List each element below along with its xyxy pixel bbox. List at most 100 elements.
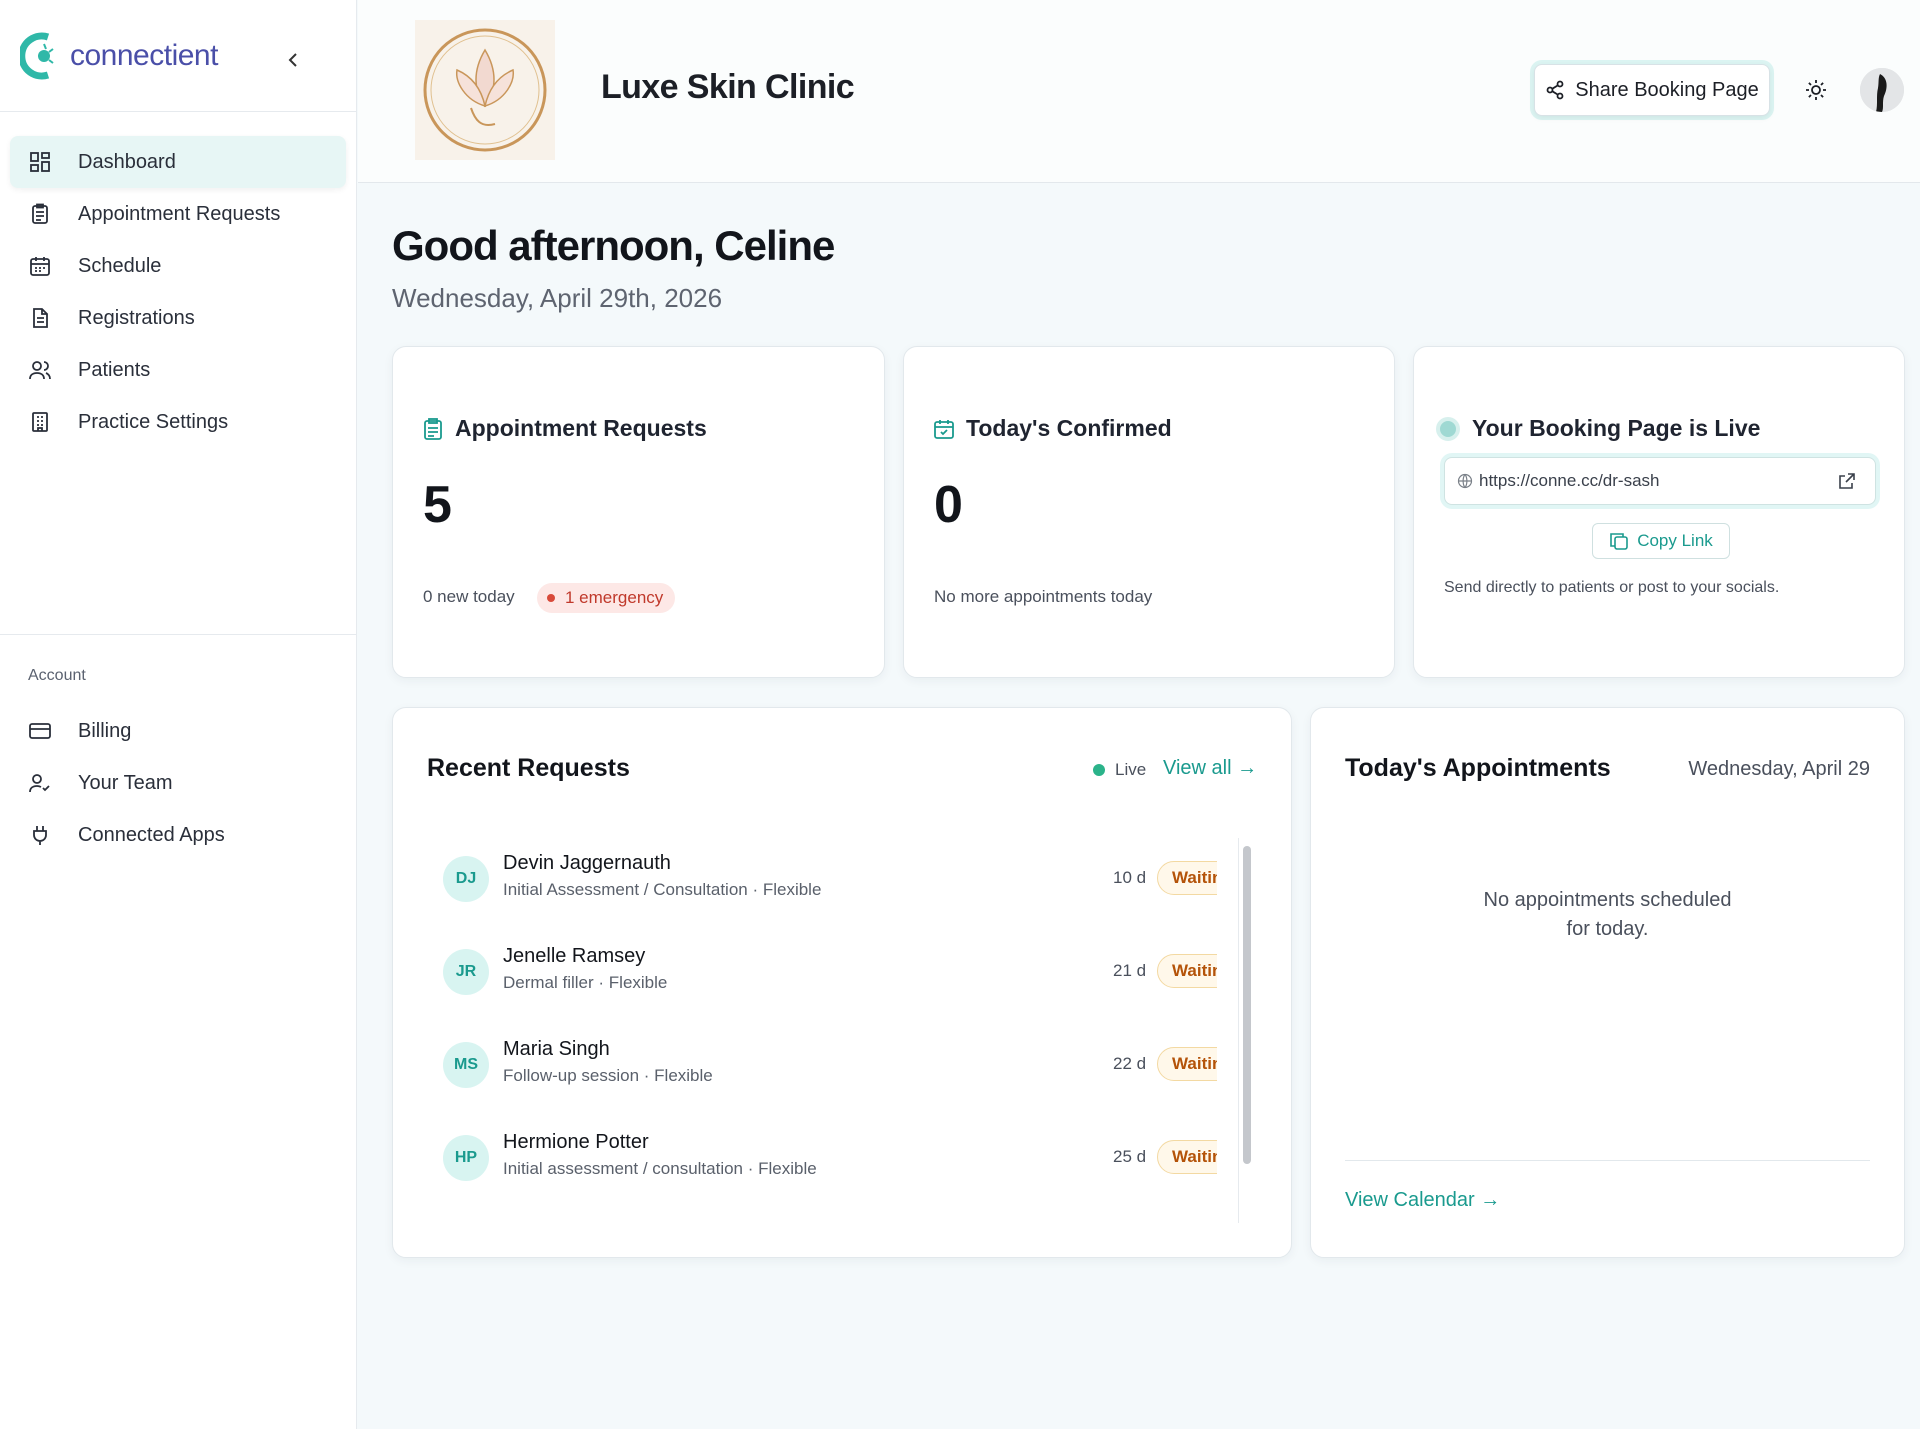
share-icon xyxy=(1546,80,1564,100)
sidebar-item-label: Connected Apps xyxy=(78,823,225,846)
requests-count: 5 xyxy=(423,476,452,534)
sidebar-item-billing[interactable]: Billing xyxy=(10,705,347,757)
appointments-date: Wednesday, April 29 xyxy=(1688,758,1870,780)
chevron-left-icon[interactable] xyxy=(284,50,304,70)
dashboard-grid-icon xyxy=(28,150,52,174)
booking-url-field[interactable]: https://conne.cc/dr-sash xyxy=(1444,457,1876,505)
calendar-icon xyxy=(28,254,52,278)
sidebar-item-label: Appointment Requests xyxy=(78,202,281,225)
copy-link-label: Copy Link xyxy=(1637,531,1713,550)
status-badge: Waiting xyxy=(1157,861,1217,895)
current-date: Wednesday, April 29th, 2026 xyxy=(392,283,723,313)
empty-appointments-message: No appointments scheduled for today. xyxy=(1483,889,1732,940)
sidebar-item-patients[interactable]: Patients xyxy=(10,344,346,396)
view-calendar-link[interactable]: View Calendar → xyxy=(1345,1189,1500,1212)
patient-name: Jenelle Ramsey xyxy=(503,945,646,967)
request-detail: Initial Assessment / Consultation · Flex… xyxy=(503,880,822,899)
booking-page-live-card: Your Booking Page is Live https://conne.… xyxy=(1413,346,1905,678)
copy-link-button[interactable]: Copy Link xyxy=(1592,523,1730,559)
request-detail: Follow-up session · Flexible xyxy=(503,1066,713,1085)
request-list-scrollbar[interactable] xyxy=(1238,838,1254,1223)
greeting-heading: Good afternoon, Celine xyxy=(392,222,835,269)
request-detail: Initial assessment / consultation · Flex… xyxy=(503,1159,817,1178)
request-list: DJ Devin Jaggernauth Initial Assessment … xyxy=(427,838,1217,1198)
emergency-badge-label: 1 emergency xyxy=(565,588,664,607)
sidebar-item-practice-settings[interactable]: Practice Settings xyxy=(10,396,346,448)
request-detail: Dermal filler · Flexible xyxy=(503,973,668,992)
main-nav: Dashboard Appointment Requests Schedule … xyxy=(0,112,356,448)
live-label: Live xyxy=(1115,760,1147,779)
todays-confirmed-card[interactable]: Today's Confirmed 0 No more appointments… xyxy=(903,346,1395,678)
sidebar-item-registrations[interactable]: Registrations xyxy=(10,292,346,344)
request-row[interactable]: MS Maria Singh Follow-up session · Flexi… xyxy=(427,1024,1217,1117)
connectient-logo-icon xyxy=(20,32,54,79)
status-badge: Waiting xyxy=(1157,1047,1217,1081)
clinic-logo xyxy=(415,20,555,160)
patient-name: Hermione Potter xyxy=(503,1131,649,1153)
patient-initials-avatar: MS xyxy=(443,1042,489,1088)
live-dot-icon xyxy=(1093,764,1105,776)
emergency-dot-icon xyxy=(547,594,555,602)
external-link-icon[interactable] xyxy=(1837,471,1857,491)
sidebar: connectient Dashboard Appointment Reques… xyxy=(0,0,357,1429)
request-row[interactable]: DJ Devin Jaggernauth Initial Assessment … xyxy=(427,838,1217,931)
live-status-icon xyxy=(1436,416,1460,441)
sidebar-item-label: Registrations xyxy=(78,306,195,329)
clipboard-icon xyxy=(424,417,442,440)
no-more-appointments-text: No more appointments today xyxy=(934,587,1153,606)
sidebar-item-appointment-requests[interactable]: Appointment Requests xyxy=(10,188,346,240)
sidebar-item-label: Practice Settings xyxy=(78,410,229,433)
card-title: Today's Confirmed xyxy=(934,415,1172,442)
card-title-text: Your Booking Page is Live xyxy=(1472,415,1761,441)
booking-url-text: https://conne.cc/dr-sash xyxy=(1479,471,1660,490)
clipboard-icon xyxy=(28,202,52,226)
sidebar-item-connected-apps[interactable]: Connected Apps xyxy=(10,809,347,861)
appointment-requests-card[interactable]: Appointment Requests 5 0 new today 1 eme… xyxy=(392,346,885,678)
todays-appointments-card: Today's Appointments Wednesday, April 29… xyxy=(1310,707,1905,1258)
account-nav: Billing Your Team Connected Apps xyxy=(10,705,347,861)
todays-appointments-title: Today's Appointments xyxy=(1345,754,1611,782)
patient-initials-avatar: JR xyxy=(443,949,489,995)
globe-icon xyxy=(1457,473,1473,489)
brand: connectient xyxy=(0,0,356,112)
sidebar-item-your-team[interactable]: Your Team xyxy=(10,757,347,809)
recent-requests-card: Recent Requests Live View all → DJ Devin… xyxy=(392,707,1292,1258)
account-section-label: Account xyxy=(28,667,86,684)
sidebar-item-dashboard[interactable]: Dashboard xyxy=(10,136,346,188)
sidebar-item-label: Your Team xyxy=(78,771,173,794)
status-badge: Waiting xyxy=(1157,1140,1217,1174)
divider xyxy=(1345,1160,1870,1161)
calendar-check-icon xyxy=(934,419,954,439)
card-title-text: Appointment Requests xyxy=(455,415,707,441)
building-icon xyxy=(28,410,52,434)
user-check-icon xyxy=(28,771,52,795)
card-title: Appointment Requests xyxy=(423,415,707,442)
new-today-text: 0 new today xyxy=(423,587,515,606)
request-row[interactable]: JR Jenelle Ramsey Dermal filler · Flexib… xyxy=(427,931,1217,1024)
plug-icon xyxy=(28,823,52,847)
share-booking-page-button[interactable]: Share Booking Page xyxy=(1534,64,1770,116)
scrollbar-thumb[interactable] xyxy=(1243,846,1251,1164)
confirmed-count: 0 xyxy=(934,476,963,534)
lotus-logo-icon xyxy=(423,28,547,152)
user-avatar-icon xyxy=(1860,68,1904,112)
recent-requests-title: Recent Requests xyxy=(427,754,630,782)
copy-icon xyxy=(1610,533,1628,550)
sidebar-item-schedule[interactable]: Schedule xyxy=(10,240,346,292)
patient-name: Devin Jaggernauth xyxy=(503,852,671,874)
user-avatar[interactable] xyxy=(1860,68,1904,112)
card-title-text: Today's Confirmed xyxy=(966,415,1172,441)
request-row[interactable]: HP Hermione Potter Initial assessment / … xyxy=(427,1117,1217,1198)
request-age: 10 d xyxy=(1113,868,1147,887)
sun-icon[interactable] xyxy=(1804,78,1828,102)
top-header: Luxe Skin Clinic Share Booking Page xyxy=(358,0,1920,183)
booking-page-hint: Send directly to patients or post to you… xyxy=(1444,579,1780,596)
sidebar-item-label: Patients xyxy=(78,358,151,381)
sidebar-item-label: Billing xyxy=(78,719,132,742)
users-icon xyxy=(28,358,52,382)
sidebar-divider xyxy=(0,634,357,635)
emergency-badge[interactable]: 1 emergency xyxy=(537,583,676,613)
status-badge: Waiting xyxy=(1157,954,1217,988)
view-all-link[interactable]: View all → xyxy=(1163,757,1257,780)
share-button-label: Share Booking Page xyxy=(1575,78,1759,101)
